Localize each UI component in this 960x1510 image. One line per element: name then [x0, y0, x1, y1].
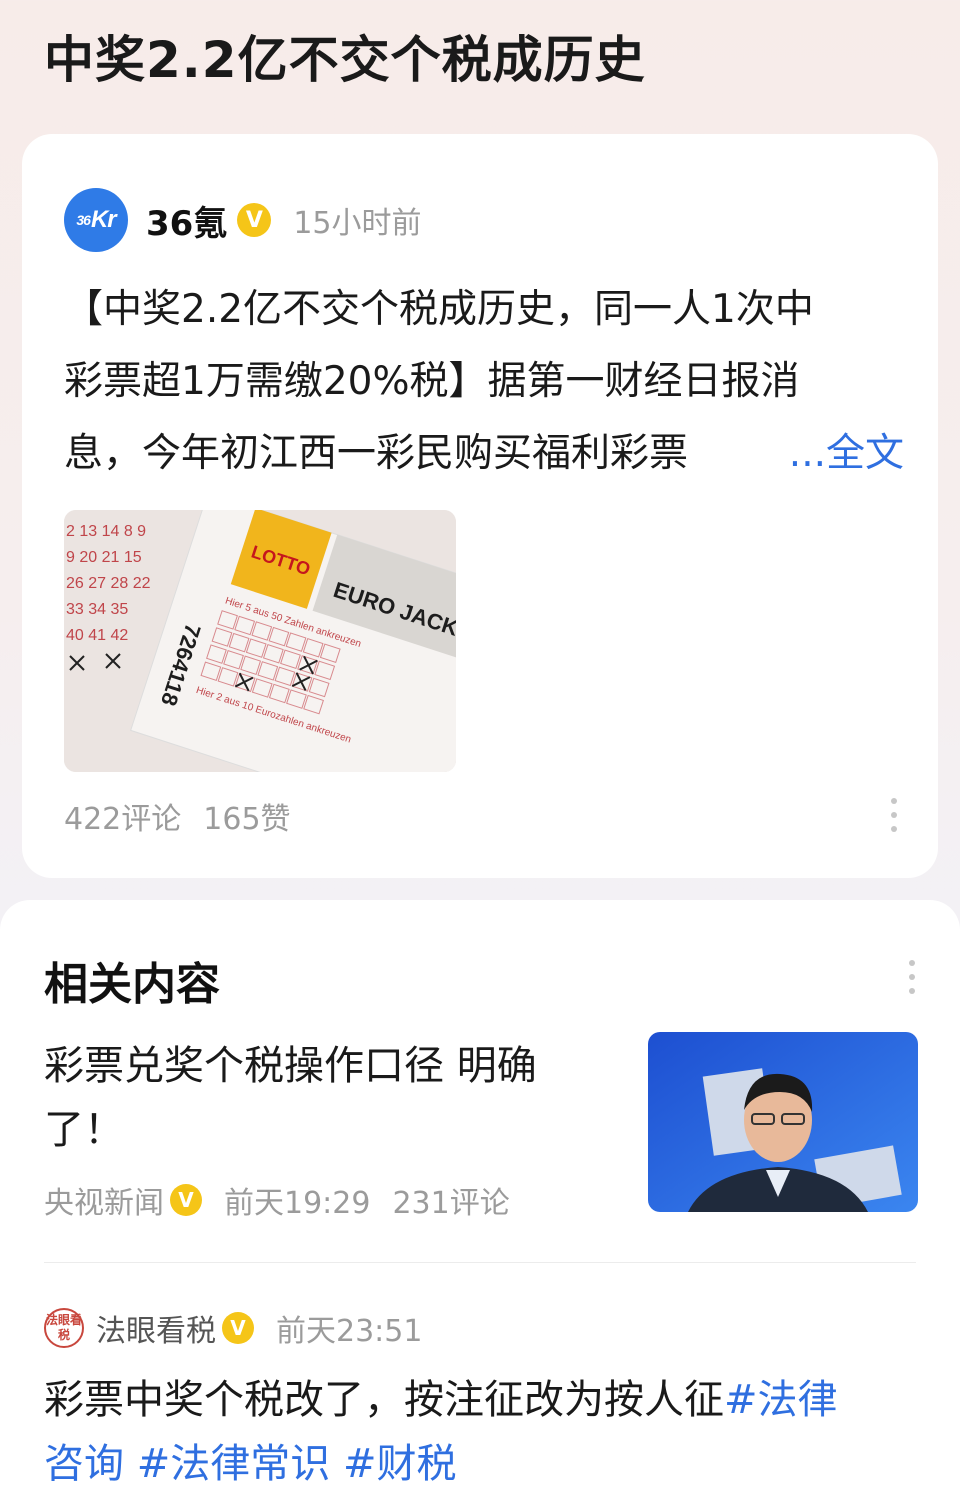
- avatar-text: Kr: [90, 206, 117, 233]
- article-text[interactable]: 【中奖2.2亿不交个税成历史，同一人1次中 彩票超1万需缴20%税】据第一财经日…: [64, 274, 904, 490]
- related-section: 相关内容 彩票兑奖个税操作口径 明确 了！ 央视新闻 V 前天19:29 231…: [0, 900, 960, 1510]
- lottery-ticket-illustration: 2 13 14 8 9 9 20 21 15 26 27 28 22 33 34…: [64, 510, 456, 772]
- related-item-text[interactable]: 彩票中奖个税改了，按注征改为按人征#法律 咨询 #法律常识 #财税: [44, 1368, 924, 1496]
- related-item-comments: 231评论: [392, 1186, 510, 1221]
- ticket-number-row: 26 27 28 22: [66, 575, 151, 592]
- related-item-meta: 央视新闻 V 前天19:29 231评论: [44, 1178, 510, 1222]
- related-more-icon[interactable]: [908, 960, 916, 994]
- ticket-number-row: 2 13 14 8 9: [66, 523, 146, 540]
- related-item-thumbnail[interactable]: [648, 1032, 918, 1212]
- comment-count[interactable]: 422评论: [64, 802, 181, 837]
- related-item-source[interactable]: 央视新闻: [44, 1178, 164, 1222]
- related-item-title-line: 彩票兑奖个税操作口径 明确: [44, 1043, 537, 1089]
- related-item-title-line: 了！: [44, 1107, 124, 1153]
- lottery-ticket-image[interactable]: 2 13 14 8 9 9 20 21 15 26 27 28 22 33 34…: [64, 510, 456, 772]
- divider: [44, 1262, 916, 1263]
- post-card[interactable]: 36 Kr 36氪 V 15小时前 【中奖2.2亿不交个税成历史，同一人1次中 彩…: [22, 134, 938, 878]
- verified-icon: V: [237, 203, 272, 237]
- article-line: 彩票超1万需缴20%税】据第一财经日报消: [64, 359, 800, 404]
- ticket-number-row: 9 20 21 15: [66, 549, 142, 566]
- verified-icon: V: [170, 1184, 202, 1216]
- avatar-sup: 36: [76, 212, 91, 228]
- post-author-row[interactable]: 36 Kr 36氪 V 15小时前: [64, 188, 422, 252]
- avatar[interactable]: 36 Kr: [64, 188, 128, 252]
- post-time: 15小时前: [293, 206, 422, 241]
- fayan-logo-icon: 法眼看税: [44, 1308, 84, 1348]
- hashtag-link[interactable]: #法律: [724, 1377, 838, 1423]
- article-line: 息，今年初江西一彩民购买福利彩票: [64, 431, 689, 476]
- hashtag-link[interactable]: 咨询: [44, 1441, 124, 1487]
- related-item-time: 前天19:29: [224, 1186, 371, 1221]
- like-count[interactable]: 165赞: [203, 802, 290, 837]
- more-options-icon[interactable]: [890, 798, 898, 832]
- news-anchor-illustration: [648, 1032, 918, 1212]
- related-item-author-row[interactable]: 法眼看税 法眼看税 V 前天23:51: [44, 1306, 422, 1350]
- post-stats: 422评论 165赞: [64, 794, 291, 838]
- hashtag-link[interactable]: #法律常识: [137, 1441, 331, 1487]
- ticket-number-row: 33 34 35: [66, 601, 128, 618]
- hashtag-link[interactable]: #财税: [343, 1441, 457, 1487]
- related-item-title[interactable]: 彩票兑奖个税操作口径 明确 了！: [44, 1034, 604, 1162]
- page-title: 中奖2.2亿不交个税成历史: [44, 31, 646, 89]
- related-title: 相关内容: [44, 959, 220, 1010]
- related-item-body: 彩票中奖个税改了，按注征改为按人征: [44, 1377, 724, 1423]
- related-item-time: 前天23:51: [276, 1314, 423, 1349]
- author-name[interactable]: 36氪: [146, 196, 227, 245]
- related-item-author[interactable]: 法眼看税: [96, 1306, 216, 1350]
- read-more-link[interactable]: ...全文: [789, 418, 904, 490]
- article-line: 【中奖2.2亿不交个税成历史，同一人1次中: [64, 287, 814, 332]
- verified-icon: V: [222, 1312, 254, 1344]
- ticket-number-row: 40 41 42: [66, 627, 128, 644]
